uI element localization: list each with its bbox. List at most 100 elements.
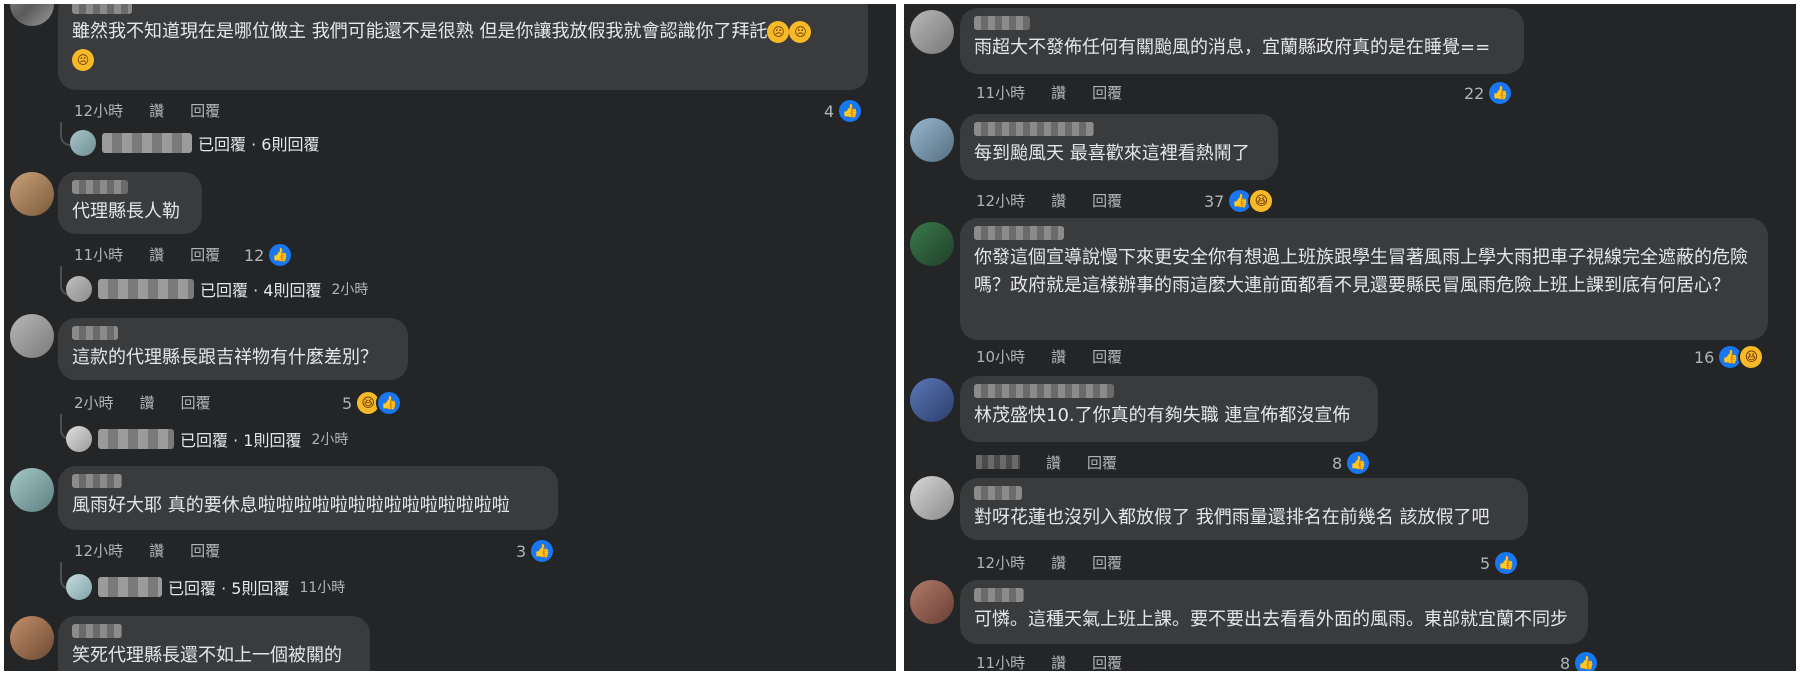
comment-time[interactable]: 10小時 (976, 346, 1025, 367)
replies-summary[interactable]: 已回覆 · 6則回覆 (198, 131, 319, 155)
comment-text: 風雨好大耶 真的要休息啦啦啦啦啦啦啦啦啦啦啦啦啦啦 (72, 495, 510, 516)
reaction-count[interactable]: 8 👍 (1560, 650, 1600, 671)
avatar[interactable] (10, 4, 54, 26)
avatar[interactable] (910, 222, 954, 266)
avatar[interactable] (10, 172, 54, 216)
comment-actions: 12小時 讚 回覆 (74, 540, 220, 561)
view-replies-link[interactable]: 已回覆 · 5則回覆 11小時 (66, 574, 345, 600)
like-button[interactable]: 讚 (1051, 552, 1066, 573)
comment-actions: 11小時 讚 回覆 (74, 244, 220, 265)
reply-button[interactable]: 回覆 (1092, 82, 1122, 103)
thumbs-up-icon: 👍 (1493, 550, 1520, 576)
commenter-name-blurred[interactable] (974, 588, 1024, 602)
reply-button[interactable]: 回覆 (1092, 346, 1122, 367)
reaction-count[interactable]: 5 😆 👍 (342, 390, 403, 416)
commenter-name-blurred[interactable] (72, 180, 128, 194)
reply-button[interactable]: 回覆 (190, 540, 220, 561)
avatar[interactable] (910, 378, 954, 422)
comment-time[interactable]: 12小時 (74, 540, 123, 561)
reaction-count[interactable]: 3 👍 (516, 538, 556, 564)
comment-bubble: 可憐。這種天氣上班上課。要不要出去看看外面的風雨。東部就宜蘭不同步 (960, 580, 1588, 644)
sad-emoji-icon: ☹ (72, 49, 94, 71)
reply-button[interactable]: 回覆 (190, 244, 220, 265)
comment-bubble: 你發這個宣導說慢下來更安全你有想過上班族跟學生冒著風雨上學大雨把車子視線完全遮蔽… (960, 218, 1768, 340)
reply-avatar (66, 276, 92, 302)
sad-emoji-icon: ☹ (789, 21, 812, 43)
avatar[interactable] (910, 580, 954, 624)
comment-bubble: 林茂盛快10.了你真的有夠失職 連宣佈都沒宣佈 (960, 376, 1378, 442)
comment-time[interactable]: 11小時 (976, 652, 1025, 671)
comment-time[interactable]: 11小時 (74, 244, 123, 265)
like-button[interactable]: 讚 (149, 244, 164, 265)
reaction-count-number: 16 (1694, 347, 1715, 367)
reply-button[interactable]: 回覆 (1087, 452, 1117, 473)
reaction-count[interactable]: 37 👍 😆 (1204, 188, 1275, 214)
avatar[interactable] (10, 314, 54, 358)
like-button[interactable]: 讚 (1051, 346, 1066, 367)
replies-summary[interactable]: 已回覆 · 1則回覆 (180, 427, 301, 451)
comment-text: 雖然我不知道現在是哪位做主 我們可能還不是很熟 但是你讓我放假我就會認識你了拜託… (72, 18, 852, 74)
comment-text: 這款的代理縣長跟吉祥物有什麼差別？ (72, 347, 378, 368)
comment-actions: 11小時 讚 回覆 (976, 652, 1122, 671)
comment-time[interactable]: 11小時 (976, 82, 1025, 103)
view-replies-link[interactable]: 已回覆 · 6則回覆 (70, 130, 319, 156)
reaction-count[interactable]: 4 👍 (824, 98, 864, 124)
comment-actions: 12小時 讚 回覆 (74, 100, 220, 121)
like-button[interactable]: 讚 (1046, 452, 1061, 473)
reply-button[interactable]: 回覆 (1092, 190, 1122, 211)
comment-bubble: 每到颱風天 最喜歡來這裡看熱鬧了 (960, 114, 1278, 180)
commenter-name-blurred[interactable] (974, 226, 1064, 240)
avatar[interactable] (910, 10, 954, 54)
replier-name-blurred (102, 133, 192, 153)
reply-button[interactable]: 回覆 (190, 100, 220, 121)
commenter-name-blurred[interactable] (974, 122, 1094, 136)
thumbs-up-icon: 👍 (1573, 650, 1600, 671)
commenter-name-blurred[interactable] (974, 384, 1114, 398)
commenter-name-blurred[interactable] (974, 16, 1030, 30)
avatar[interactable] (10, 468, 54, 512)
replies-summary[interactable]: 已回覆 · 4則回覆 (200, 277, 321, 301)
reaction-count-number: 5 (1480, 553, 1491, 573)
comment-text: 林茂盛快10.了你真的有夠失職 連宣佈都沒宣佈 (974, 405, 1351, 426)
reaction-count-number: 4 (824, 101, 835, 121)
commenter-name-blurred[interactable] (974, 486, 1022, 500)
comment-time[interactable]: 2小時 (74, 392, 114, 413)
view-replies-link[interactable]: 已回覆 · 4則回覆 2小時 (66, 276, 368, 302)
commenter-name-blurred[interactable] (72, 326, 118, 340)
comment-text: 每到颱風天 最喜歡來這裡看熱鬧了 (974, 143, 1250, 164)
reply-button[interactable]: 回覆 (1092, 652, 1122, 671)
comment-time-blurred[interactable] (976, 455, 1020, 469)
avatar[interactable] (10, 616, 54, 660)
commenter-name-blurred[interactable] (72, 4, 132, 14)
like-button[interactable]: 讚 (149, 540, 164, 561)
comment-time[interactable]: 12小時 (74, 100, 123, 121)
commenter-name-blurred[interactable] (72, 624, 122, 638)
replies-time: 2小時 (311, 432, 349, 448)
replies-summary[interactable]: 已回覆 · 5則回覆 (168, 575, 289, 599)
comment-time[interactable]: 12小時 (976, 552, 1025, 573)
reply-button[interactable]: 回覆 (181, 392, 211, 413)
comment-bubble: 這款的代理縣長跟吉祥物有什麼差別？ (58, 318, 408, 380)
comment-actions: 12小時 讚 回覆 (976, 552, 1122, 573)
comment-time[interactable]: 12小時 (976, 190, 1025, 211)
avatar[interactable] (910, 476, 954, 520)
comment-text: 代理縣長人勒 (72, 201, 180, 222)
replier-name-blurred (98, 577, 162, 597)
reply-button[interactable]: 回覆 (1092, 552, 1122, 573)
reaction-count[interactable]: 22 👍 (1464, 80, 1514, 106)
avatar[interactable] (910, 118, 954, 162)
reaction-count-number: 37 (1204, 191, 1225, 211)
comment-text: 雨超大不發佈任何有關颱風的消息，宜蘭縣政府真的是在睡覺== (974, 37, 1491, 58)
reaction-count-number: 12 (244, 245, 265, 265)
reaction-count[interactable]: 16 👍 😆 (1694, 344, 1765, 370)
like-button[interactable]: 讚 (1051, 652, 1066, 671)
like-button[interactable]: 讚 (1051, 190, 1066, 211)
view-replies-link[interactable]: 已回覆 · 1則回覆 2小時 (66, 426, 348, 452)
like-button[interactable]: 讚 (1051, 82, 1066, 103)
reaction-count[interactable]: 12 👍 (244, 242, 294, 268)
reaction-count[interactable]: 8 👍 (1332, 450, 1372, 476)
commenter-name-blurred[interactable] (72, 474, 122, 488)
like-button[interactable]: 讚 (140, 392, 155, 413)
like-button[interactable]: 讚 (149, 100, 164, 121)
reaction-count[interactable]: 5 👍 (1480, 550, 1520, 576)
